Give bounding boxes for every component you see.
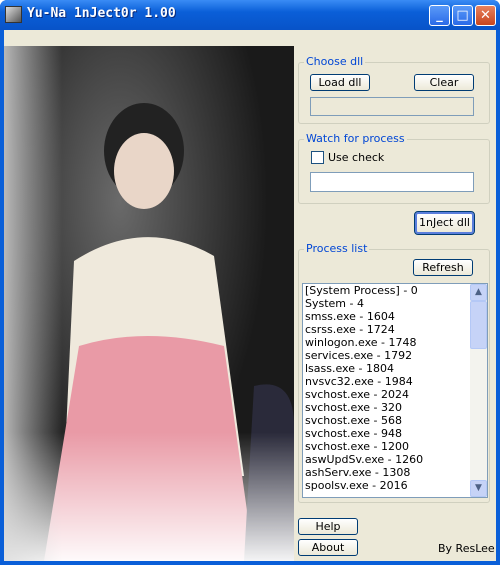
minimize-button[interactable]: _	[429, 5, 450, 26]
use-check-label[interactable]: Use check	[328, 151, 384, 164]
scrollbar[interactable]: ▲ ▼	[470, 284, 487, 497]
about-button[interactable]: About	[298, 539, 358, 556]
process-list-item[interactable]: nvsvc32.exe - 1984	[303, 375, 487, 388]
process-list-item[interactable]: svchost.exe - 1200	[303, 440, 487, 453]
process-list-item[interactable]: ashServ.exe - 1308	[303, 466, 487, 479]
process-list-item[interactable]: [System Process] - 0	[303, 284, 487, 297]
process-name-input[interactable]	[310, 172, 474, 192]
process-list-legend: Process list	[304, 242, 370, 255]
choose-dll-legend: Choose dll	[304, 55, 366, 68]
process-list-item[interactable]: spoolsv.exe - 2016	[303, 479, 487, 492]
title-bar[interactable]: Yu-Na 1nJect0r 1.00 _ □ ✕	[0, 0, 500, 30]
clear-button[interactable]: Clear	[414, 74, 474, 91]
process-list-item[interactable]: svchost.exe - 948	[303, 427, 487, 440]
scroll-thumb[interactable]	[470, 301, 487, 349]
watch-process-legend: Watch for process	[304, 132, 407, 145]
load-dll-button[interactable]: Load dll	[310, 74, 370, 91]
app-icon	[5, 6, 22, 23]
inject-dll-button[interactable]: 1nJect dll	[414, 211, 475, 235]
process-listbox[interactable]: [System Process] - 0 System - 4 smss.exe -…	[302, 283, 488, 498]
process-list-item[interactable]: svchost.exe - 2024	[303, 388, 487, 401]
process-list-item[interactable]: aswUpdSv.exe - 1260	[303, 453, 487, 466]
use-check-checkbox[interactable]	[311, 151, 324, 164]
help-button[interactable]: Help	[298, 518, 358, 535]
scroll-up-icon[interactable]: ▲	[470, 284, 487, 301]
process-list-item[interactable]: services.exe - 1792	[303, 349, 487, 362]
scroll-down-icon[interactable]: ▼	[470, 480, 487, 497]
process-list-item[interactable]: svchost.exe - 320	[303, 401, 487, 414]
window-title: Yu-Na 1nJect0r 1.00	[27, 6, 176, 21]
dll-path-field[interactable]	[310, 97, 474, 116]
close-button[interactable]: ✕	[475, 5, 496, 26]
process-list-item[interactable]: System - 4	[303, 297, 487, 310]
photo-image	[4, 46, 294, 561]
process-list-item[interactable]: lsass.exe - 1804	[303, 362, 487, 375]
process-list-item[interactable]: csrss.exe - 1724	[303, 323, 487, 336]
process-list-item[interactable]: svchost.exe - 568	[303, 414, 487, 427]
refresh-button[interactable]: Refresh	[413, 259, 473, 276]
process-list-item[interactable]: smss.exe - 1604	[303, 310, 487, 323]
credit-label: By ResLee	[438, 542, 495, 555]
process-list-item[interactable]: winlogon.exe - 1748	[303, 336, 487, 349]
maximize-button[interactable]: □	[452, 5, 473, 26]
